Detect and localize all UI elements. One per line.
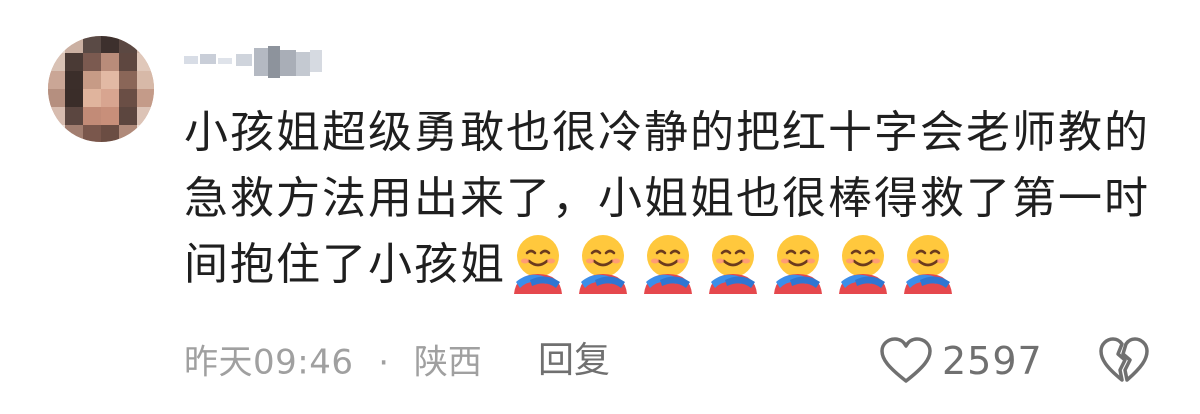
avatar-pixel	[48, 125, 65, 142]
meta-separator: ·	[378, 342, 390, 383]
avatar-pixel	[83, 125, 101, 142]
username-blur-block	[280, 50, 296, 76]
avatar-pixel	[137, 107, 154, 125]
avatar-pixel	[137, 125, 154, 142]
avatar-pixel	[83, 71, 101, 89]
like-button[interactable]: 2597	[880, 333, 1043, 389]
dislike-button[interactable]	[1098, 334, 1150, 386]
comment-meta: 昨天09:46 · 陕西	[184, 336, 482, 386]
hugging-face-icon	[703, 232, 763, 294]
avatar-pixel	[119, 71, 137, 89]
username-blur-block	[296, 52, 310, 76]
avatar-pixel	[119, 89, 137, 107]
avatar-pixel	[119, 53, 137, 71]
avatar-pixel	[83, 36, 101, 53]
avatar-pixel	[48, 71, 65, 89]
hugging-face-icon	[898, 232, 958, 294]
comment-location: 陕西	[413, 342, 482, 383]
username-blur-block	[218, 58, 232, 64]
username-blur-block	[236, 54, 252, 66]
username-blur-block	[200, 54, 216, 64]
avatar-pixel	[83, 89, 101, 107]
heart-icon	[880, 337, 932, 383]
hugging-face-icon	[508, 232, 568, 294]
username-blur-block	[310, 50, 322, 72]
avatar-pixel	[65, 36, 83, 53]
avatar-pixel	[137, 53, 154, 71]
avatar-pixel	[101, 125, 119, 142]
avatar-pixel	[137, 71, 154, 89]
username-blur-block	[184, 56, 198, 64]
avatar-pixel	[65, 71, 83, 89]
avatar-pixel	[65, 125, 83, 142]
hugging-face-icon	[768, 232, 828, 294]
avatar-pixel	[48, 36, 65, 53]
hugging-face-icon	[833, 232, 893, 294]
avatar-pixel	[119, 125, 137, 142]
reply-button[interactable]: 回复	[538, 336, 610, 386]
comment-line-3: 间抱住了小孩姐	[184, 232, 1144, 298]
avatar-pixel	[101, 89, 119, 107]
avatar-pixel	[65, 53, 83, 71]
avatar-pixel	[48, 89, 65, 107]
avatar[interactable]	[48, 36, 154, 142]
username-blurred[interactable]	[184, 40, 334, 80]
comment-item: 小孩姐超级勇敢也很冷静的把红十字会老师教的 急救方法用出来了，小姐姐也很棒得救了…	[0, 0, 1200, 414]
avatar-pixel	[65, 89, 83, 107]
hugging-face-icon	[573, 232, 633, 294]
avatar-pixel	[101, 71, 119, 89]
comment-time: 昨天09:46	[184, 342, 354, 383]
avatar-pixel	[83, 107, 101, 125]
avatar-pixel	[48, 53, 65, 71]
emoji-row	[508, 232, 963, 298]
hugging-face-icon	[638, 232, 698, 294]
broken-heart-icon	[1099, 337, 1149, 382]
avatar-pixel	[83, 53, 101, 71]
username-blur-block	[268, 46, 280, 78]
like-count: 2597	[942, 339, 1043, 383]
avatar-pixel	[65, 107, 83, 125]
avatar-pixel	[137, 36, 154, 53]
avatar-pixel	[137, 89, 154, 107]
comment-line-1: 小孩姐超级勇敢也很冷静的把红十字会老师教的	[184, 107, 1150, 158]
avatar-pixel	[101, 53, 119, 71]
avatar-pixel	[101, 107, 119, 125]
avatar-pixel	[119, 107, 137, 125]
username-blur-block	[254, 48, 268, 76]
comment-line-3-text: 间抱住了小孩姐	[184, 239, 506, 290]
avatar-pixel	[119, 36, 137, 53]
comment-text: 小孩姐超级勇敢也很冷静的把红十字会老师教的 急救方法用出来了，小姐姐也很棒得救了…	[184, 100, 1150, 298]
avatar-pixel	[101, 36, 119, 53]
comment-line-2: 急救方法用出来了，小姐姐也很棒得救了第一时	[184, 173, 1150, 224]
avatar-pixel	[48, 107, 65, 125]
